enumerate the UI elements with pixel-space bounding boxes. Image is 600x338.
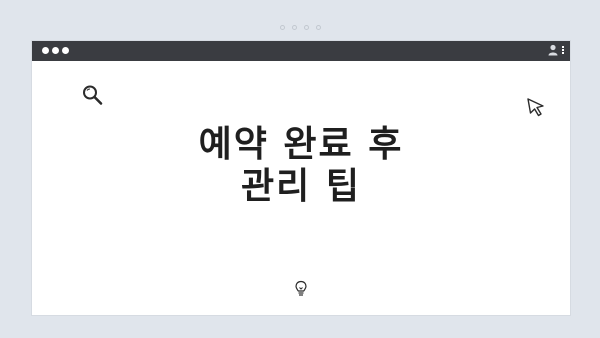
user-icon[interactable] (548, 44, 558, 56)
carousel-indicator (0, 25, 600, 30)
browser-window: 예약 완료 후 관리 팁 (31, 40, 571, 316)
minimize-window-button[interactable] (52, 47, 59, 54)
carousel-dot[interactable] (279, 25, 285, 30)
carousel-dot[interactable] (315, 25, 321, 30)
page-title-line: 관리 팁 (241, 166, 361, 207)
lightbulb-icon (295, 280, 307, 296)
page-title-line: 예약 완료 후 (198, 124, 404, 165)
window-titlebar (32, 41, 570, 61)
search-icon (83, 85, 103, 105)
titlebar-actions (548, 44, 564, 56)
maximize-window-button[interactable] (62, 47, 69, 54)
page-background: 예약 완료 후 관리 팁 (0, 0, 600, 338)
carousel-dot[interactable] (291, 25, 297, 30)
cursor-arrow-icon (527, 98, 544, 117)
page-title: 예약 완료 후 관리 팁 (32, 124, 570, 208)
window-controls (42, 47, 69, 54)
kebab-menu-icon[interactable] (562, 46, 564, 54)
close-window-button[interactable] (42, 47, 49, 54)
carousel-dot[interactable] (303, 25, 309, 30)
